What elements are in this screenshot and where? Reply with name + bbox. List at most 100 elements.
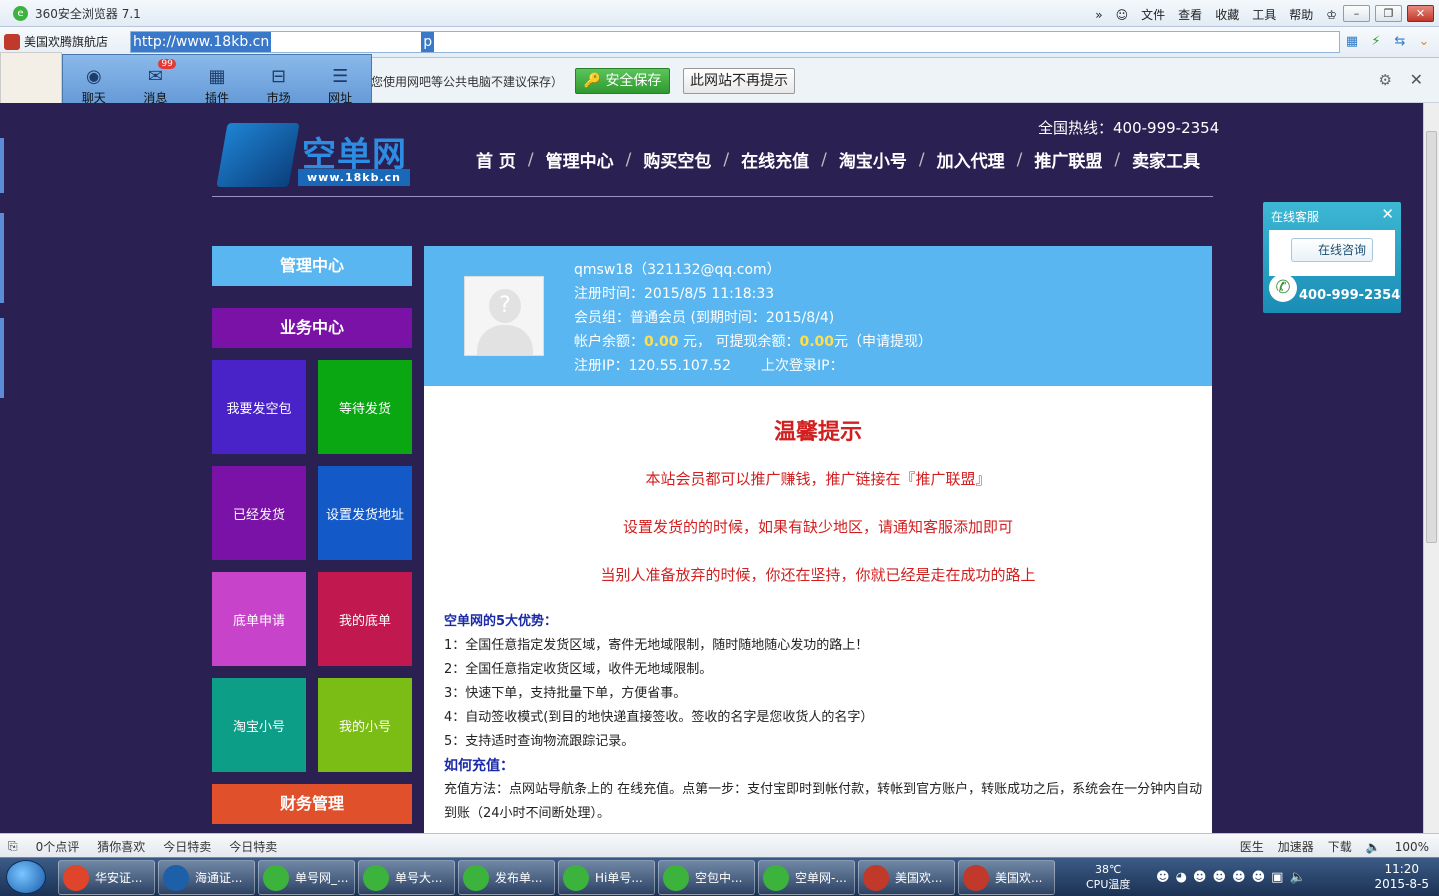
gear-icon[interactable]: ⚙ — [1379, 71, 1392, 89]
tray-network-icon[interactable]: ▣ — [1271, 870, 1283, 885]
close-bar-icon[interactable]: ✕ — [1410, 70, 1423, 89]
online-consult-button[interactable]: 在线咨询 — [1291, 238, 1373, 262]
mini-plugin[interactable]: ▦ 插件 — [192, 65, 242, 106]
menu-view[interactable]: 查看 — [1178, 6, 1202, 23]
tile-my-accounts[interactable]: 我的小号 — [318, 678, 412, 772]
avatar[interactable]: ? — [464, 276, 544, 356]
taskbar-app-icon — [563, 864, 589, 891]
status-deals-1[interactable]: 今日特卖 — [163, 838, 211, 855]
status-deals-2[interactable]: 今日特卖 — [229, 838, 277, 855]
current-tab[interactable]: 美国欢腾旗航店 — [4, 33, 108, 50]
tray-qq-icon[interactable]: ◕ — [1176, 870, 1187, 885]
tray-app-icon[interactable]: ☻ — [1212, 870, 1226, 885]
scrollbar-thumb[interactable] — [1426, 131, 1437, 543]
taskbar-item[interactable]: 单号网_... — [258, 860, 355, 895]
taskbar-item[interactable]: 单号大... — [358, 860, 455, 895]
status-download[interactable]: 下载 — [1328, 838, 1352, 855]
nav-home[interactable]: 首 页 — [476, 147, 516, 172]
mini-message[interactable]: ✉ 99 消息 — [130, 58, 180, 106]
sidebar-manage-center[interactable]: 管理中心 — [212, 246, 412, 286]
start-button[interactable] — [6, 860, 46, 894]
menu-favorites[interactable]: 收藏 — [1215, 6, 1239, 23]
no-more-prompt-button[interactable]: 此网站不再提示 — [683, 68, 795, 94]
nav-agent[interactable]: 加入代理 — [937, 147, 1005, 172]
tips-line-3: 当别人准备放弃的时候，你还在坚持，你就已经是走在成功的路上 — [600, 566, 1036, 584]
taskbar-item-label: 华安证... — [95, 871, 143, 885]
taskbar-item[interactable]: 美国欢... — [858, 860, 955, 895]
mini-market[interactable]: ⊟ 市场 — [254, 65, 304, 106]
refresh-icon[interactable]: ⇆ — [1391, 33, 1409, 51]
tray-volume-icon[interactable]: 🔈 — [1289, 870, 1305, 885]
status-reviews[interactable]: 0个点评 — [36, 838, 80, 855]
vertical-scrollbar[interactable] — [1423, 103, 1439, 833]
url-input[interactable]: http://www.18kb.cn p — [130, 31, 1340, 53]
browser-title: 360安全浏览器 7.1 — [35, 7, 141, 21]
nav-affiliate[interactable]: 推广联盟 — [1034, 147, 1102, 172]
url-text: http://www.18kb.cn — [131, 32, 272, 52]
status-guess[interactable]: 猜你喜欢 — [97, 838, 145, 855]
volume-icon[interactable]: 🔈 — [1366, 840, 1381, 854]
lightning-icon[interactable]: ⚡ — [1367, 33, 1385, 51]
tile-my-receipts[interactable]: 我的底单 — [318, 572, 412, 666]
cs-close-icon[interactable]: ✕ — [1381, 205, 1394, 223]
status-doctor[interactable]: 医生 — [1240, 838, 1264, 855]
advantages-heading: 空单网的5大优势： — [444, 614, 558, 629]
maximize-button[interactable]: ❐ — [1375, 5, 1402, 22]
tile-set-address[interactable]: 设置发货地址 — [318, 466, 412, 560]
dropdown-icon[interactable]: ⌄ — [1415, 33, 1433, 51]
nav-buy[interactable]: 购买空包 — [643, 147, 711, 172]
nav-taobao[interactable]: 淘宝小号 — [839, 147, 907, 172]
status-accelerator[interactable]: 加速器 — [1278, 838, 1314, 855]
nav-seller-tools[interactable]: 卖家工具 — [1132, 147, 1200, 172]
tray-app-icon[interactable]: ☻ — [1252, 870, 1266, 885]
clock[interactable]: 11:20 2015-8-5 — [1375, 862, 1429, 892]
skin-icon[interactable]: ♔ — [1326, 8, 1337, 22]
tray-app-icon[interactable]: ☻ — [1193, 870, 1207, 885]
taskbar-item[interactable]: 海通证... — [158, 860, 255, 895]
mini-sites[interactable]: ☰ 网址 — [315, 65, 365, 106]
taskbar-item[interactable]: Hi单号... — [558, 860, 655, 895]
menu-tools[interactable]: 工具 — [1252, 6, 1276, 23]
chat-icon: ◉ — [85, 65, 102, 87]
more-icon[interactable]: » — [1095, 8, 1102, 22]
page-info-icon[interactable]: ⎘ — [8, 839, 18, 854]
safe-save-button[interactable]: 🔑 安全保存 — [575, 68, 670, 94]
tile-taobao-accounts[interactable]: 淘宝小号 — [212, 678, 306, 772]
user-group: 会员组：普通会员 (到期时间：2015/8/4) — [574, 310, 835, 326]
withdraw-link[interactable]: 元（申请提现） — [834, 334, 932, 350]
nav-manage[interactable]: 管理中心 — [546, 147, 614, 172]
zoom-level[interactable]: 100% — [1395, 840, 1429, 854]
tray-app-icon[interactable]: ☻ — [1156, 870, 1170, 885]
minimize-button[interactable]: – — [1343, 5, 1370, 22]
user-icon[interactable]: ☺ — [1116, 8, 1129, 22]
page-viewport: 全国热线：400-999-2354 空单网 www.18kb.cn 首 页 / 管… — [0, 103, 1423, 833]
advantage-item: 4：自动签收模式(到目的地快递直接签收。签收的名字是您收货人的名字） — [444, 710, 874, 725]
tile-send-package[interactable]: 我要发空包 — [212, 360, 306, 454]
clock-date: 2015-8-5 — [1374, 877, 1429, 891]
taskbar-item[interactable]: 美国欢... — [958, 860, 1055, 895]
taskbar-item[interactable]: 华安证... — [58, 860, 155, 895]
qrcode-icon[interactable]: ▦ — [1343, 33, 1361, 51]
taskbar-item[interactable]: 空单网-... — [758, 860, 855, 895]
sidebar-finance[interactable]: 财务管理 — [212, 784, 412, 824]
sidebar-business-center[interactable]: 业务中心 — [212, 308, 412, 348]
taskbar-item[interactable]: 发布单... — [458, 860, 555, 895]
safe-save-label: 安全保存 — [605, 73, 662, 89]
close-button[interactable]: ✕ — [1407, 5, 1434, 22]
nav-recharge[interactable]: 在线充值 — [741, 147, 809, 172]
taskbar-item[interactable]: 空包中... — [658, 860, 755, 895]
tile-receipt-apply[interactable]: 底单申请 — [212, 572, 306, 666]
mini-chat[interactable]: ◉ 聊天 — [69, 65, 119, 106]
browser-menu: » ☺ 文件 查看 收藏 工具 帮助 ♔ — [1095, 6, 1337, 23]
menu-file[interactable]: 文件 — [1141, 6, 1165, 23]
menu-help[interactable]: 帮助 — [1289, 6, 1313, 23]
tray-app-icon[interactable]: ☻ — [1232, 870, 1246, 885]
reg-ip: 注册IP：120.55.107.52 — [574, 358, 731, 374]
customer-service-widget: 在线客服 ✕ 在线咨询 ✆ 400-999-2354 — [1263, 202, 1401, 313]
taskbar-app-icon — [863, 864, 889, 891]
tile-await-shipping[interactable]: 等待发货 — [318, 360, 412, 454]
browser-logo-icon: e — [13, 6, 28, 21]
tile-shipped[interactable]: 已经发货 — [212, 466, 306, 560]
user-reg-time: 注册时间：2015/8/5 11:18:33 — [574, 286, 775, 302]
site-logo[interactable]: 空单网 www.18kb.cn — [216, 121, 412, 191]
